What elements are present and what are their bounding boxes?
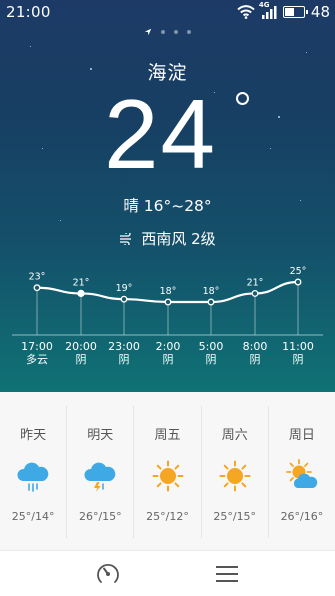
thunder-cloud-icon — [83, 459, 117, 493]
wind-icon — [120, 232, 132, 245]
day-name: 周六 — [221, 428, 248, 443]
hour-point — [164, 298, 172, 306]
wind-info: 西南风 2级 — [0, 228, 335, 249]
sun-icon — [218, 459, 252, 493]
battery-icon — [282, 6, 308, 18]
hour-point — [207, 298, 215, 306]
hour-point — [294, 278, 302, 286]
hour-temp-label: 21° — [73, 277, 90, 288]
star — [30, 46, 31, 47]
hour-condition: 阴 — [205, 353, 217, 366]
day-temp-range: 25°/14° — [11, 510, 55, 523]
hour-condition: 阴 — [292, 353, 304, 366]
day-name: 周日 — [288, 428, 315, 443]
hour-condition: 阴 — [249, 353, 261, 366]
hour-column: 17:00 多云 — [17, 340, 57, 366]
current-temperature-box: 24 — [104, 84, 234, 184]
bottom-bar — [0, 550, 335, 596]
hour-condition: 阴 — [162, 353, 174, 366]
hour-column: 8:00 阴 — [235, 340, 275, 366]
hour-column: 5:00 阴 — [191, 340, 231, 366]
hour-condition: 阴 — [118, 353, 130, 366]
day-name: 周五 — [154, 428, 181, 443]
daily-forecast-item[interactable]: 周日 26°/16° — [269, 406, 335, 538]
day-name: 昨天 — [20, 428, 47, 443]
gauge-button[interactable] — [94, 560, 122, 588]
status-time: 21:00 — [6, 3, 51, 21]
today-condition: 晴 16°~28° — [123, 197, 212, 215]
hour-temp-label: 23° — [29, 272, 46, 283]
current-temperature: 24 — [104, 79, 218, 189]
hour-column: 11:00 阴 — [278, 340, 318, 366]
hour-condition: 阴 — [75, 353, 87, 366]
hour-time: 23:00 — [108, 340, 140, 353]
rain-cloud-icon — [16, 459, 50, 493]
page-dot[interactable] — [187, 30, 191, 34]
status-bar: 21:00 4G 48 — [0, 0, 335, 26]
hour-temp-label: 25° — [290, 266, 307, 277]
battery-level-fill — [284, 8, 294, 16]
status-icons: 4G 48 — [237, 1, 330, 22]
day-temp-range: 26°/16° — [280, 510, 324, 523]
degree-symbol — [236, 92, 249, 105]
hour-point — [77, 289, 85, 298]
hour-column: 23:00 阴 — [104, 340, 144, 366]
hour-temp-label: 18° — [203, 286, 220, 297]
hour-point — [251, 289, 259, 297]
star — [306, 52, 307, 53]
hour-time: 11:00 — [282, 340, 314, 353]
battery-percent: 48 — [310, 3, 330, 21]
page-dot[interactable] — [174, 30, 178, 34]
hour-time: 5:00 — [198, 340, 224, 353]
hour-point — [33, 284, 41, 292]
hour-time: 17:00 — [21, 340, 53, 353]
sun-icon — [151, 459, 185, 493]
hour-time: 8:00 — [242, 340, 268, 353]
hour-time: 2:00 — [155, 340, 181, 353]
daily-forecast-item[interactable]: 周五 25°/12° — [134, 406, 202, 538]
cellular-signal-icon: 4G — [259, 1, 279, 20]
wifi-icon — [237, 5, 255, 19]
page-dot[interactable] — [161, 30, 165, 34]
weather-header: 21:00 4G 48 海淀 24 晴 16°~28° 西南风 2级 23° 2… — [0, 0, 335, 392]
wind-text: 西南风 2级 — [141, 230, 216, 248]
menu-icon — [216, 566, 238, 582]
hour-temp-label: 19° — [116, 283, 133, 294]
daily-forecast-item[interactable]: 周六 25°/15° — [202, 406, 269, 538]
daily-forecast-item[interactable]: 昨天 25°/14° — [0, 406, 68, 538]
hour-condition: 多云 — [26, 353, 48, 366]
day-temp-range: 26°/15° — [78, 510, 122, 523]
day-name: 明天 — [87, 428, 114, 443]
star — [42, 148, 43, 149]
day-temp-range: 25°/15° — [213, 510, 257, 523]
hour-column: 2:00 阴 — [148, 340, 188, 366]
daily-forecast-item[interactable]: 明天 26°/15° — [67, 406, 135, 538]
hour-temp-label: 21° — [247, 277, 264, 288]
location-arrow-icon — [144, 28, 152, 36]
gauge-icon — [97, 563, 119, 583]
hour-point — [120, 295, 128, 303]
menu-button[interactable] — [213, 560, 241, 588]
hour-temp-label: 18° — [160, 286, 177, 297]
star — [270, 148, 271, 149]
hour-time: 20:00 — [65, 340, 97, 353]
hour-column: 20:00 阴 — [61, 340, 101, 366]
day-temp-range: 25°/12° — [146, 510, 189, 523]
daily-forecast: 昨天 25°/14° 明天 26°/15° 周五 25°/12° 周六 25°/15° 周日… — [0, 392, 335, 550]
partly-cloudy-icon — [285, 459, 319, 493]
page-indicator[interactable] — [0, 28, 335, 36]
star — [278, 116, 280, 118]
star — [60, 220, 61, 221]
